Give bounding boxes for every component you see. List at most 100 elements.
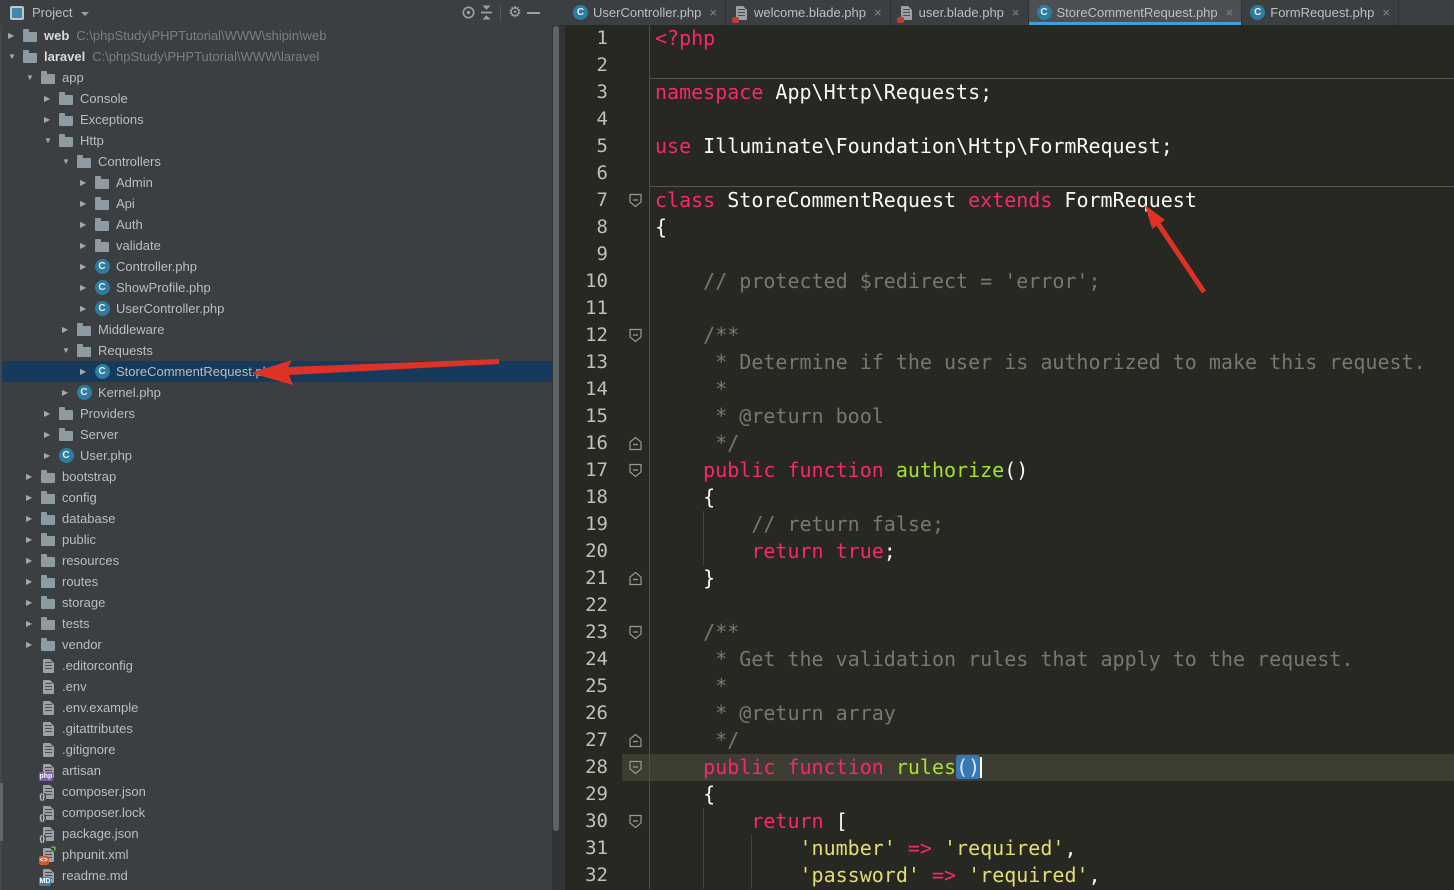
tree-item-readme.md[interactable]: MD readme.md [0,865,552,886]
tree-item-Api[interactable]: ▶ Api [0,193,552,214]
tree-item-bootstrap[interactable]: ▶ bootstrap [0,466,552,487]
tree-item-database[interactable]: ▶ database [0,508,552,529]
expand-arrow-icon[interactable]: ▶ [44,115,58,124]
fold-marker-icon[interactable] [622,727,650,754]
tree-item-vendor[interactable]: ▶ vendor [0,634,552,655]
tree-horizontal-scrollbar[interactable] [0,783,3,841]
code-editor[interactable]: 1 <?php 2 3 namespace App\Http\Requests; 4 5 us… [565,25,1454,890]
tree-item-app[interactable]: ▼ app [0,67,552,88]
tab-welcome.blade.php[interactable]: welcome.blade.php × [725,0,891,25]
expand-arrow-icon[interactable]: ▶ [26,598,40,607]
dropdown-arrow-icon[interactable] [81,12,90,20]
expand-arrow-icon[interactable]: ▶ [44,451,58,460]
tree-item-UserController.php[interactable]: ▶ C UserController.php [0,298,552,319]
expand-arrow-icon[interactable]: ▶ [80,262,94,271]
expand-arrow-icon[interactable]: ▶ [80,178,94,187]
fold-marker-icon[interactable] [622,619,650,646]
tree-item-.env[interactable]: .env [0,676,552,697]
collapse-arrow-icon[interactable]: ▼ [44,136,58,145]
project-tree[interactable]: ▶ web C:\phpStudy\PHPTutorial\WWW\shipin\w… [0,25,552,890]
tree-item-validate[interactable]: ▶ validate [0,235,552,256]
expand-arrow-icon[interactable]: ▶ [44,94,58,103]
tree-item-web[interactable]: ▶ web C:\phpStudy\PHPTutorial\WWW\shipin\w… [0,25,552,46]
expand-arrow-icon[interactable]: ▶ [26,556,40,565]
collapse-arrow-icon[interactable]: ▼ [8,52,22,61]
expand-arrow-icon[interactable]: ▶ [44,430,58,439]
fold-marker-icon[interactable] [622,430,650,457]
expand-arrow-icon[interactable]: ▶ [80,367,94,376]
expand-arrow-icon[interactable]: ▶ [26,619,40,628]
close-tab-icon[interactable]: × [709,6,717,19]
tree-item-Console[interactable]: ▶ Console [0,88,552,109]
collapse-arrow-icon[interactable]: ▼ [62,346,76,355]
tree-item-composer.json[interactable]: {} composer.json [0,781,552,802]
tree-item-Controller.php[interactable]: ▶ C Controller.php [0,256,552,277]
expand-arrow-icon[interactable]: ▶ [44,409,58,418]
tree-item-.gitattributes[interactable]: .gitattributes [0,718,552,739]
expand-arrow-icon[interactable]: ▶ [26,514,40,523]
tree-item-storage[interactable]: ▶ storage [0,592,552,613]
tree-item-Exceptions[interactable]: ▶ Exceptions [0,109,552,130]
fold-marker-icon[interactable] [622,322,650,349]
tree-item-Admin[interactable]: ▶ Admin [0,172,552,193]
tree-item-composer.lock[interactable]: {} composer.lock [0,802,552,823]
tree-item-config[interactable]: ▶ config [0,487,552,508]
tree-item-tests[interactable]: ▶ tests [0,613,552,634]
locate-icon[interactable] [459,3,477,23]
tree-item-StoreCommentRequest.php[interactable]: ▶ C StoreCommentRequest.php [0,361,552,382]
expand-arrow-icon[interactable]: ▶ [80,220,94,229]
close-tab-icon[interactable]: × [1012,6,1020,19]
tree-item-resources[interactable]: ▶ resources [0,550,552,571]
settings-gear-icon[interactable]: ⚙ [506,3,524,23]
expand-arrow-icon[interactable]: ▶ [80,241,94,250]
tree-scrollbar-thumb[interactable] [553,26,559,831]
fold-marker-icon[interactable] [622,565,650,592]
fold-marker-icon[interactable] [622,808,650,835]
expand-arrow-icon[interactable]: ▶ [8,31,22,40]
close-tab-icon[interactable]: × [1382,6,1390,19]
tree-item-Server[interactable]: ▶ Server [0,424,552,445]
tree-item-Providers[interactable]: ▶ Providers [0,403,552,424]
expand-arrow-icon[interactable]: ▶ [26,493,40,502]
tree-item-public[interactable]: ▶ public [0,529,552,550]
fold-marker-icon[interactable] [622,187,650,214]
tree-item-routes[interactable]: ▶ routes [0,571,552,592]
expand-arrow-icon[interactable]: ▶ [26,640,40,649]
tree-item-Requests[interactable]: ▼ Requests [0,340,552,361]
expand-arrow-icon[interactable]: ▶ [62,388,76,397]
hide-panel-icon[interactable] [524,3,542,23]
tree-item-phpunit.xml[interactable]: <> phpunit.xml [0,844,552,865]
expand-arrow-icon[interactable]: ▶ [80,304,94,313]
collapse-all-icon[interactable] [477,3,495,23]
tab-UserController.php[interactable]: C UserController.php × [565,0,726,25]
tree-item-package.json[interactable]: {} package.json [0,823,552,844]
tree-item-Middleware[interactable]: ▶ Middleware [0,319,552,340]
fold-marker-icon[interactable] [622,457,650,484]
collapse-arrow-icon[interactable]: ▼ [62,157,76,166]
tree-item-Http[interactable]: ▼ Http [0,130,552,151]
expand-arrow-icon[interactable]: ▶ [80,283,94,292]
expand-arrow-icon[interactable]: ▶ [62,325,76,334]
tree-item-.env.example[interactable]: .env.example [0,697,552,718]
tree-item-ShowProfile.php[interactable]: ▶ C ShowProfile.php [0,277,552,298]
close-tab-icon[interactable]: × [1226,6,1234,19]
tree-item-artisan[interactable]: php artisan [0,760,552,781]
tree-item-Kernel.php[interactable]: ▶ C Kernel.php [0,382,552,403]
expand-arrow-icon[interactable]: ▶ [26,535,40,544]
tab-FormRequest.php[interactable]: C FormRequest.php × [1242,0,1399,25]
tab-user.blade.php[interactable]: user.blade.php × [890,0,1029,25]
project-panel-title[interactable]: Project [32,5,72,20]
tree-item-User.php[interactable]: ▶ C User.php [0,445,552,466]
fold-marker-icon[interactable] [622,754,650,781]
tab-StoreCommentRequest.php[interactable]: C StoreCommentRequest.php × [1028,0,1243,25]
tree-item-Auth[interactable]: ▶ Auth [0,214,552,235]
expand-arrow-icon[interactable]: ▶ [26,472,40,481]
tree-item-.gitignore[interactable]: .gitignore [0,739,552,760]
tree-item-.editorconfig[interactable]: .editorconfig [0,655,552,676]
collapse-arrow-icon[interactable]: ▼ [26,73,40,82]
tree-item-Controllers[interactable]: ▼ Controllers [0,151,552,172]
tree-item-laravel[interactable]: ▼ laravel C:\phpStudy\PHPTutorial\WWW\lara… [0,46,552,67]
close-tab-icon[interactable]: × [874,6,882,19]
expand-arrow-icon[interactable]: ▶ [26,577,40,586]
expand-arrow-icon[interactable]: ▶ [80,199,94,208]
